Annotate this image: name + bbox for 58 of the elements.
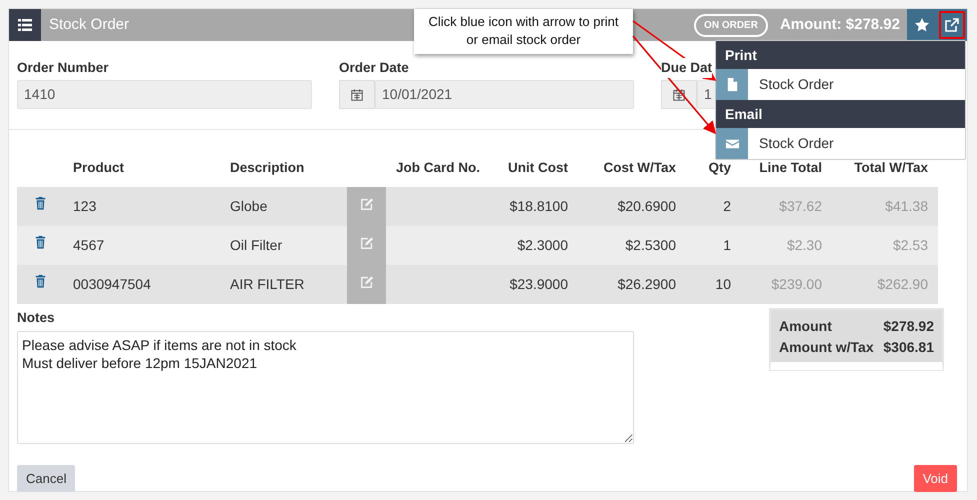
table-cell: 0030947504	[73, 276, 151, 292]
column-header: Product	[73, 160, 124, 176]
table-cell: $239.00	[771, 276, 822, 292]
table-cell: $26.2900	[618, 276, 676, 292]
edit-icon	[360, 236, 374, 250]
notes-label: Notes	[17, 309, 56, 328]
table-cell: 123	[73, 198, 96, 214]
list-icon	[17, 17, 33, 33]
column-header: Unit Cost	[508, 160, 568, 176]
export-button[interactable]	[937, 9, 967, 41]
column-header: Job Card No.	[396, 160, 480, 176]
table-cell: $2.3000	[517, 237, 568, 254]
total-label: Amount w/Tax	[779, 338, 874, 358]
status-badge: ON ORDER	[694, 14, 768, 36]
input-field[interactable]: 1410	[17, 80, 312, 110]
calendar-button[interactable]	[339, 80, 375, 110]
field-label: Due Dat	[661, 58, 712, 78]
table-cell: $18.8100	[510, 198, 568, 214]
table-cell: Globe	[230, 198, 268, 214]
table-cell: 4567	[73, 237, 104, 254]
menu-heading: Email	[716, 100, 965, 128]
table-cell: $2.5300	[625, 237, 676, 254]
edit-icon	[360, 275, 374, 290]
notes-field[interactable]: Please advise ASAP if items are not in stock Must deliver before 12pm 15JAN2021	[17, 330, 634, 444]
total-value: $306.81	[883, 338, 934, 358]
page-title: Stock Order	[49, 14, 130, 35]
column-header: Description	[230, 160, 304, 176]
column-header: Cost W/Tax	[603, 160, 676, 176]
calendar-icon	[672, 88, 686, 102]
table-cell: 2	[723, 198, 731, 214]
amount-total: Amount: $278.92	[780, 14, 900, 35]
table-cell: $262.90	[877, 276, 928, 292]
external-link-icon	[944, 17, 960, 33]
table-cell: $2.30	[786, 237, 822, 254]
input-field[interactable]: 10/01/2021	[375, 80, 634, 110]
total-value: $278.92	[883, 317, 934, 336]
menu-item[interactable]: Stock Order	[716, 128, 965, 159]
table-cell: Oil Filter	[230, 237, 282, 254]
table-cell: $20.6900	[618, 198, 676, 214]
menu-button[interactable]	[9, 9, 41, 41]
table-cell: $2.53	[892, 237, 928, 254]
table-cell: $41.38	[885, 198, 928, 214]
menu-heading: Print	[716, 41, 965, 69]
cancel-button[interactable]: Cancel	[17, 464, 76, 492]
column-header: Total W/Tax	[854, 160, 928, 176]
calendar-button[interactable]	[661, 80, 697, 110]
callout-note: Click blue icon with arrow to print or email stock order	[414, 9, 633, 54]
column-header: Qty	[708, 160, 731, 176]
table-cell: 10	[715, 276, 731, 292]
star-icon	[914, 17, 930, 33]
table-cell: $37.62	[779, 198, 822, 214]
table-cell: AIR FILTER	[230, 276, 304, 292]
total-label: Amount	[779, 317, 832, 336]
table-cell: $23.9000	[510, 276, 568, 292]
table-cell: 1	[723, 237, 731, 254]
calendar-icon	[350, 88, 364, 102]
edit-icon	[360, 197, 374, 212]
column-header: Line Total	[759, 160, 822, 176]
